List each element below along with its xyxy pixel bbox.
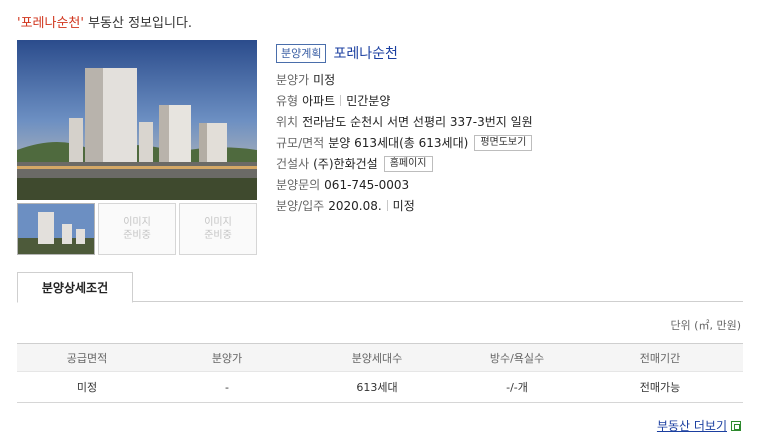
floor-plan-button[interactable]: 평면도보기 — [474, 134, 533, 151]
builder-value: (주)한화건설 — [313, 157, 378, 171]
scale-row: 규모/면적 분양 613세대(총 613세대) 평면도보기 — [276, 132, 746, 153]
more-real-estate-link[interactable]: 부동산 더보기 — [657, 417, 741, 434]
headline-suffix: 부동산 정보입니다. — [83, 16, 193, 31]
location-label: 위치 — [276, 115, 299, 129]
contact-row: 분양문의 061-745-0003 — [276, 174, 746, 195]
table-header-row: 공급면적 분양가 분양세대수 방수/욕실수 전매기간 — [17, 344, 743, 372]
scale-label: 규모/면적 — [276, 136, 325, 150]
col-header-units: 분양세대수 — [351, 351, 403, 365]
col-header-area: 공급면적 — [66, 351, 108, 365]
thumbnail-placeholder-text: 이미지 준비중 — [204, 217, 232, 241]
main-photo[interactable] — [17, 40, 257, 200]
schedule-row: 분양/입주 2020.08. 미정 — [276, 195, 746, 216]
thumbnail-2-placeholder[interactable]: 이미지 준비중 — [98, 203, 176, 255]
price-label: 분양가 — [276, 73, 310, 87]
schedule-value-sale: 2020.08. — [328, 198, 382, 213]
unit-note: 단위 (㎡, 만원) — [670, 319, 741, 332]
thumbnail-placeholder-text: 이미지 준비중 — [123, 217, 151, 241]
type-label: 유형 — [276, 94, 299, 108]
headline: '포레나순천' 부동산 정보입니다. — [17, 12, 192, 31]
schedule-label: 분양/입주 — [276, 199, 325, 213]
price-value: 미정 — [313, 73, 336, 87]
complex-name[interactable]: 포레나순천 — [333, 43, 397, 63]
location-row: 위치 전라남도 순천시 서면 선평리 337-3번지 일원 — [276, 111, 746, 132]
type-value-building: 아파트 — [302, 94, 336, 108]
table-row: 미정 - 613세대 -/-개 전매가능 — [17, 372, 743, 403]
col-header-rooms: 방수/욕실수 — [489, 351, 545, 365]
thumbnail-strip: 이미지 준비중 이미지 준비중 — [17, 203, 257, 255]
builder-row: 건설사 (주)한화건설 홈페이지 — [276, 153, 746, 174]
price-row: 분양가 미정 — [276, 69, 746, 90]
cell-price: - — [225, 380, 229, 394]
thumbnail-image — [18, 204, 94, 254]
detail-tab-bar: 분양상세조건 — [17, 272, 743, 303]
thumbnail-3-placeholder[interactable]: 이미지 준비중 — [179, 203, 257, 255]
cell-area: 미정 — [76, 381, 98, 394]
col-header-resale: 전매기간 — [639, 351, 681, 365]
external-link-icon — [731, 420, 741, 431]
tab-sale-conditions[interactable]: 분양상세조건 — [17, 272, 133, 303]
divider — [340, 95, 342, 106]
schedule-value-movein: 미정 — [392, 199, 415, 213]
type-value-sale: 민간분양 — [346, 94, 391, 108]
cell-units: 613세대 — [356, 381, 398, 394]
location-value: 전라남도 순천시 서면 선평리 337-3번지 일원 — [302, 115, 533, 129]
col-header-price: 분양가 — [211, 351, 243, 365]
more-link-label: 부동산 더보기 — [656, 419, 727, 433]
builder-label: 건설사 — [276, 157, 310, 171]
sale-conditions-table: 공급면적 분양가 분양세대수 방수/욕실수 전매기간 미정 - 613세대 -/… — [17, 343, 743, 403]
cell-resale: 전매가능 — [639, 381, 681, 394]
contact-label: 분양문의 — [276, 178, 321, 192]
headline-complex-name: '포레나순천' — [17, 16, 84, 31]
contact-value: 061-745-0003 — [324, 177, 410, 192]
homepage-button[interactable]: 홈페이지 — [383, 155, 433, 172]
divider — [386, 200, 388, 211]
cell-rooms: -/-개 — [506, 381, 528, 394]
title-row: 분양계획 포레나순천 — [276, 42, 746, 64]
thumbnail-1[interactable] — [17, 203, 95, 255]
type-row: 유형 아파트 민간분양 — [276, 90, 746, 111]
complex-info: 분양계획 포레나순천 분양가 미정 유형 아파트 민간분양 위치 전라남도 순천… — [276, 42, 746, 216]
status-badge: 분양계획 — [276, 43, 327, 63]
scale-value: 분양 613세대(총 613세대) — [328, 136, 469, 150]
apartment-rendering-image — [17, 40, 257, 200]
